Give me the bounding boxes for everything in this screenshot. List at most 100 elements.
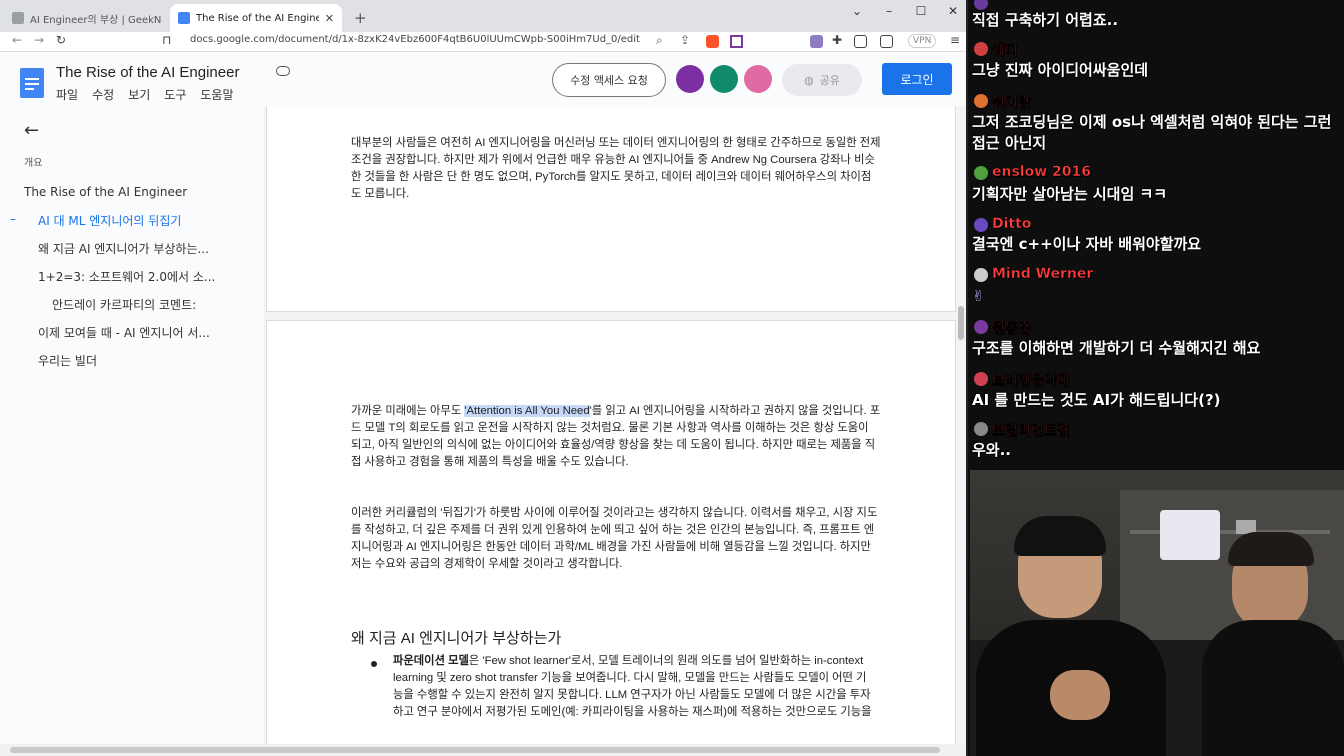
chat-message: 기획자만 살아남는 시대임 ㅋㅋ [972, 185, 1168, 203]
guest-hair [1228, 532, 1314, 566]
guest-body [1202, 620, 1344, 756]
outline-item[interactable]: 왜 지금 AI 엔지니어가 부상하는... [38, 240, 209, 257]
menu-file[interactable]: 파일 [56, 86, 78, 103]
chat-message: AI 를 만드는 것도 AI가 해드립니다(?) [972, 391, 1221, 409]
tab-search-icon[interactable]: ⌄ [842, 4, 872, 18]
bookmark-icon[interactable]: ⊓ [162, 33, 171, 47]
chat-user-badge [974, 166, 988, 180]
menu-help[interactable]: 도움말 [200, 86, 233, 103]
highlighted-text[interactable]: 'Attention is All You Need [464, 405, 590, 417]
tab-geeknews[interactable]: AI Engineer의 부상 | GeekNews [4, 4, 170, 32]
menu-bar: 파일 수정 보기 도구 도움말 [56, 86, 234, 103]
wallet-icon[interactable] [880, 35, 893, 48]
geeknews-favicon [12, 12, 24, 24]
document-page[interactable]: 대부분의 사람들은 여전히 AI 엔지니어링을 머신러닝 또는 데이터 엔지니어… [266, 106, 956, 312]
anonymous-user-avatar[interactable] [676, 65, 704, 93]
chat-message: 구조를 이해하면 개발하기 더 수월해지긴 해요 [972, 339, 1261, 357]
chat-user-badge [974, 94, 988, 108]
chat-user-badge [974, 422, 988, 436]
chat-username: 쉬이람 [992, 95, 1031, 111]
vpn-button[interactable]: VPN [908, 34, 937, 48]
bullet-dot [371, 661, 377, 667]
request-edit-access-button[interactable]: 수정 액세스 요청 [552, 63, 666, 97]
login-button[interactable]: 로그인 [882, 63, 952, 95]
chat-message: 그저 조코딩님은 이제 os나 엑셀처럼 익혀야 된다는 그런 접근 아닌지 [972, 113, 1332, 152]
brave-shield-icon[interactable] [706, 35, 719, 48]
section-heading[interactable]: 왜 지금 AI 엔지니어가 부상하는가 [351, 627, 561, 648]
tab-strip: AI Engineer의 부상 | GeekNews The Rise of t… [0, 0, 966, 32]
close-window-icon[interactable]: ✕ [938, 4, 966, 18]
document-canvas[interactable]: 대부분의 사람들은 여전히 AI 엔지니어링을 머신러닝 또는 데이터 엔지니어… [264, 106, 966, 756]
brave-rewards-icon[interactable] [730, 35, 743, 48]
new-tab-button[interactable]: + [346, 4, 370, 32]
active-marker: – [10, 212, 16, 226]
outline-item[interactable]: 안드레이 카르파티의 코멘트: [52, 296, 196, 313]
anonymous-user-avatar[interactable] [744, 65, 772, 93]
puzzle-icon[interactable]: ✚ [832, 33, 842, 47]
docs-logo-icon[interactable] [20, 68, 44, 98]
chat-username: 보릴리언트검 [992, 423, 1070, 439]
menu-icon[interactable]: ≡ [950, 33, 960, 47]
minimize-icon[interactable]: – [874, 4, 904, 18]
host-hands [1050, 670, 1110, 720]
outline-item[interactable]: The Rise of the AI Engineer [24, 185, 187, 199]
paragraph[interactable]: 이러한 커리큘럼의 '뒤집기'가 하룻밤 사이에 이루어질 것이라고는 생각하지… [351, 505, 881, 573]
vertical-scrollbar[interactable] [958, 306, 964, 340]
chat-user-badge [974, 268, 988, 282]
url-field[interactable]: docs.google.com/document/d/1x-8zxK24vEbz… [190, 34, 640, 45]
chat-user-badge [974, 218, 988, 232]
chat-user-badge [974, 320, 988, 334]
reload-icon[interactable]: ↻ [56, 33, 66, 47]
webcam-feed [970, 470, 1344, 756]
award-plaque [1160, 510, 1220, 560]
paragraph[interactable]: 가까운 미래에는 아무도 'Attention is All You Need'… [351, 403, 881, 471]
document-title[interactable]: The Rise of the AI Engineer [56, 64, 239, 81]
maximize-icon[interactable]: ☐ [906, 4, 936, 18]
chat-message: 직접 구축하기 어렵죠.. [972, 11, 1119, 29]
cloud-saved-icon [276, 66, 290, 76]
chat-user-badge [974, 372, 988, 386]
chat-user-badge [974, 42, 988, 56]
chat-username: Mind Werner [992, 266, 1094, 282]
docs-header: The Rise of the AI Engineer 파일 수정 보기 도구 … [0, 54, 966, 106]
back-icon[interactable]: ← [12, 33, 22, 47]
document-outline: ← 개요 The Rise of the AI Engineer – AI 대 … [0, 106, 264, 756]
document-page[interactable]: 가까운 미래에는 아무도 'Attention is All You Need'… [266, 320, 956, 756]
outline-header: 개요 [24, 158, 43, 169]
extension-icon[interactable] [810, 35, 823, 48]
chat-username: enslow 2016 [992, 164, 1091, 180]
chat-username: 브레멘음악대 [992, 373, 1070, 389]
chat-username: Ditto [992, 216, 1032, 232]
zoom-icon[interactable]: ⌕ [656, 33, 663, 48]
share-page-icon[interactable]: ⇪ [680, 33, 690, 47]
globe-icon: ◍ [804, 73, 814, 87]
menu-tools[interactable]: 도구 [164, 86, 186, 103]
menu-edit[interactable]: 수정 [92, 86, 114, 103]
anonymous-user-avatar[interactable] [710, 65, 738, 93]
sidebar-icon[interactable] [854, 35, 867, 48]
docs-favicon [178, 12, 190, 24]
paragraph[interactable]: 대부분의 사람들은 여전히 AI 엔지니어링을 머신러닝 또는 데이터 엔지니어… [351, 135, 881, 203]
browser-window: AI Engineer의 부상 | GeekNews The Rise of t… [0, 0, 968, 756]
chat-username: 에디 [992, 43, 1018, 59]
chat-user-badge [974, 0, 988, 10]
tab-google-doc[interactable]: The Rise of the AI Engineer - Go ✕ [170, 4, 342, 32]
close-tab-icon[interactable]: ✕ [325, 12, 334, 25]
stream-chat: 직접 구축하기 어렵죠.. 에디 그냥 진짜 아이디어싸움인데 쉬이람 그저 조… [970, 0, 1344, 470]
outline-item[interactable]: 이제 모여들 때 - AI 엔지니어 서... [38, 324, 210, 341]
chat-message: 우와.. [972, 441, 1011, 459]
outline-item[interactable]: 1+2=3: 소프트웨어 2.0에서 소... [38, 268, 215, 285]
host-hair [1014, 516, 1106, 556]
menu-view[interactable]: 보기 [128, 86, 150, 103]
outline-item-active[interactable]: AI 대 ML 엔지니어의 뒤집기 [38, 212, 181, 229]
bullet-item[interactable]: 파운데이션 모델은 'Few shot learner'로서, 모델 트레이너의… [393, 653, 873, 721]
share-button[interactable]: ◍ 공유 [782, 64, 862, 96]
close-outline-arrow-icon[interactable]: ← [24, 120, 39, 141]
horizontal-scrollbar[interactable] [0, 744, 966, 756]
outline-item[interactable]: 우리는 빌더 [38, 352, 97, 369]
address-bar: ← → ↻ ⊓ docs.google.com/document/d/1x-8z… [0, 32, 966, 52]
peace-emoji-message: ✌ [972, 287, 985, 305]
forward-icon[interactable]: → [34, 33, 44, 47]
chat-message: 그냥 진짜 아이디어싸움인데 [972, 61, 1149, 79]
chat-message: 결국엔 c++이나 자바 배워야할까요 [972, 235, 1202, 253]
